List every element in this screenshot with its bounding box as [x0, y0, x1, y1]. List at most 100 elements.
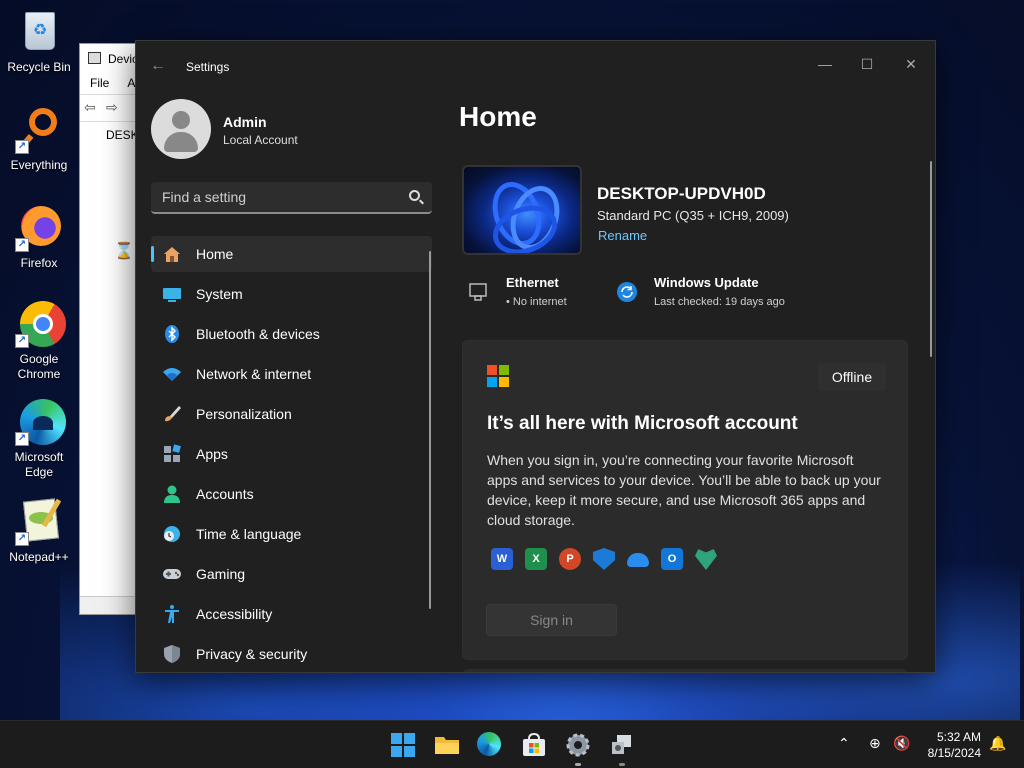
wifi-icon: [162, 364, 182, 384]
main-scrollbar[interactable]: [930, 161, 932, 357]
nav-item-home[interactable]: Home: [151, 236, 432, 272]
nav-item-time-language[interactable]: Time & language: [151, 516, 432, 552]
clock-time[interactable]: 5:32 AM: [935, 730, 981, 744]
nav-label: Privacy & security: [196, 646, 308, 662]
edge-icon: ↗: [15, 398, 66, 446]
recycle-bin-icon: ♻: [15, 8, 63, 56]
clock-date[interactable]: 8/15/2024: [918, 746, 981, 760]
nav-label: Accounts: [196, 486, 254, 502]
search-box[interactable]: [151, 182, 432, 214]
everything-search-icon: ↗: [15, 106, 63, 154]
card-title: It’s all here with Microsoft account: [487, 413, 798, 434]
nav-label: System: [196, 286, 243, 302]
search-icon[interactable]: [409, 190, 420, 201]
home-icon: [162, 244, 182, 264]
nav-label: Gaming: [196, 566, 246, 582]
desktop-icon-edge[interactable]: ↗ Microsoft Edge: [4, 398, 74, 480]
rename-link[interactable]: Rename: [598, 228, 647, 243]
family-safety-icon: [695, 549, 717, 570]
chrome-icon: ↗: [15, 300, 66, 348]
nav-scrollbar[interactable]: [429, 251, 431, 609]
gamepad-icon: [162, 564, 182, 584]
minimize-button[interactable]: —: [802, 49, 848, 79]
desktop-icon-label: Microsoft Edge: [14, 450, 64, 479]
word-icon: W: [491, 548, 513, 570]
nav-item-network[interactable]: Network & internet: [151, 356, 432, 392]
forward-arrow-icon[interactable]: ⇨: [106, 99, 124, 115]
shortcut-arrow-icon: ↗: [15, 140, 29, 154]
device-manager-icon: [88, 52, 101, 64]
settings-nav: Home System Bluetooth & devices Network …: [151, 236, 432, 672]
firefox-icon: ↗: [15, 204, 63, 252]
user-name: Admin: [223, 114, 267, 130]
nav-label: Accessibility: [196, 606, 273, 622]
apps-icon: [162, 444, 182, 464]
nav-item-apps[interactable]: Apps: [151, 436, 432, 472]
back-arrow-icon[interactable]: ⇦: [84, 99, 102, 115]
nav-item-personalization[interactable]: Personalization: [151, 396, 432, 432]
speaker-muted-icon[interactable]: 🔇: [893, 735, 910, 752]
device-manager-title: Devic: [108, 52, 139, 66]
onedrive-icon: [627, 553, 649, 567]
nav-item-accessibility[interactable]: Accessibility: [151, 596, 432, 632]
notepadpp-icon: ↗: [15, 498, 63, 546]
desktop-icon-everything[interactable]: ↗ Everything: [4, 106, 74, 173]
back-arrow-icon[interactable]: ←: [150, 57, 166, 75]
nav-label: Time & language: [196, 526, 302, 542]
nav-item-gaming[interactable]: Gaming: [151, 556, 432, 592]
desktop-icon-firefox[interactable]: ↗ Firefox: [4, 204, 74, 271]
device-manager-icon[interactable]: [609, 732, 635, 758]
microsoft-logo-icon: [487, 365, 509, 387]
microsoft-account-card: Offline It’s all here with Microsoft acc…: [462, 340, 908, 660]
settings-window[interactable]: ← Settings — ☐ ✕ Admin Local Account Hom…: [135, 40, 936, 673]
nav-label: Apps: [196, 446, 228, 462]
page-title: Home: [459, 101, 537, 132]
shortcut-arrow-icon: ↗: [15, 334, 29, 348]
device-model: Standard PC (Q35 + ICH9, 2009): [597, 208, 789, 223]
nav-item-bluetooth[interactable]: Bluetooth & devices: [151, 316, 432, 352]
window-title: Settings: [186, 60, 230, 74]
search-input[interactable]: [151, 182, 391, 212]
sign-in-button[interactable]: Sign in: [486, 604, 617, 636]
device-wallpaper-thumbnail: [462, 165, 582, 255]
maximize-button[interactable]: ☐: [844, 49, 890, 79]
notification-bell-icon[interactable]: 🔔: [989, 735, 1006, 752]
app-icons-row: W X P O: [491, 548, 717, 570]
avatar[interactable]: [151, 99, 211, 159]
status-subtitle: • No internet: [506, 296, 567, 308]
offline-badge: Offline: [818, 363, 886, 391]
file-explorer-icon[interactable]: [434, 732, 460, 758]
nav-item-privacy-security[interactable]: Privacy & security: [151, 636, 432, 672]
excel-icon: X: [525, 548, 547, 570]
clock-globe-icon: [162, 524, 182, 544]
desktop-icon-recycle-bin[interactable]: ♻ Recycle Bin: [4, 8, 74, 75]
desktop-icon-label: Google Chrome: [17, 352, 61, 381]
desktop-icon-notepadpp[interactable]: ↗ Notepad++: [4, 498, 74, 565]
desktop-icon-label: Firefox: [20, 256, 58, 270]
desktop-icon-chrome[interactable]: ↗ Google Chrome: [4, 300, 74, 382]
settings-titlebar[interactable]: ← Settings — ☐ ✕: [136, 41, 935, 89]
card-body: When you sign in, you’re connecting your…: [487, 452, 881, 528]
desktop-icon-label: Notepad++: [9, 550, 69, 564]
nav-item-accounts[interactable]: Accounts: [151, 476, 432, 512]
nav-label: Network & internet: [196, 366, 312, 382]
chevron-up-icon[interactable]: ⌃: [838, 735, 850, 752]
edge-icon[interactable]: [477, 732, 503, 758]
desktop-icon-label: Everything: [10, 158, 68, 172]
nav-item-system[interactable]: System: [151, 276, 432, 312]
paintbrush-icon: [162, 404, 182, 424]
status-title: Windows Update: [654, 275, 759, 290]
next-card-edge: [462, 669, 908, 672]
menu-file[interactable]: File: [90, 76, 109, 94]
start-icon[interactable]: [390, 732, 416, 758]
windows-update-icon: [616, 281, 638, 303]
language-globe-icon[interactable]: ⊕: [869, 735, 881, 752]
taskbar: ⌃ ⊕ 🔇 5:32 AM 8/15/2024 🔔: [0, 720, 1024, 768]
desktop-icon-label: Recycle Bin: [7, 60, 71, 74]
defender-icon: [593, 548, 615, 570]
close-button[interactable]: ✕: [888, 49, 934, 79]
status-title: Ethernet: [506, 275, 559, 290]
settings-icon[interactable]: [565, 732, 591, 758]
status-subtitle: Last checked: 19 days ago: [654, 296, 785, 308]
store-icon[interactable]: [521, 732, 547, 758]
